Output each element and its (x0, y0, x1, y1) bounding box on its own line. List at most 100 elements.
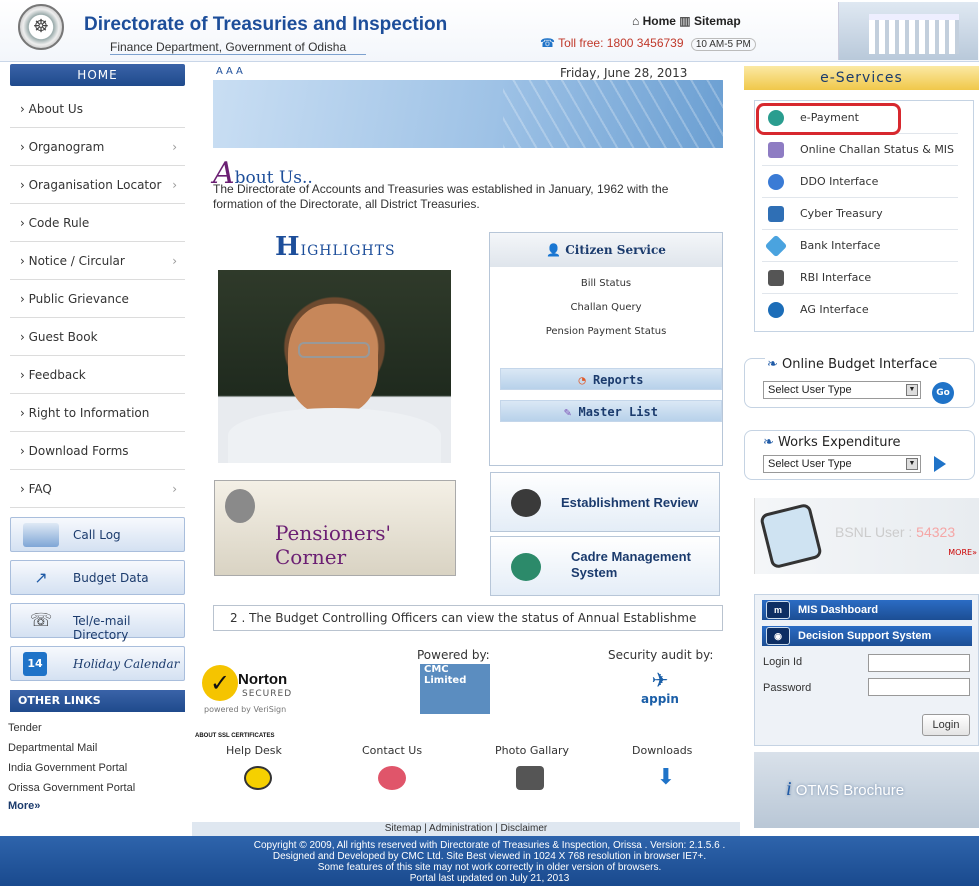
nav-public-grievance[interactable]: › Public Grievance (10, 280, 185, 318)
font-size-control[interactable]: A A A (216, 66, 243, 77)
bsnl-more-link[interactable]: MORE» (948, 548, 977, 557)
eservice-bank-interface[interactable]: Bank Interface (762, 230, 958, 262)
news-ticker[interactable]: 2 . The Budget Controlling Officers can … (213, 605, 723, 631)
nav-guest-book[interactable]: › Guest Book (10, 318, 185, 356)
nav-label: › Right to Information (20, 406, 150, 420)
reports-link[interactable]: ◔ Reports (500, 368, 722, 390)
decision-support-link[interactable]: ◉ Decision Support System (762, 626, 972, 646)
security-audit-label: Security audit by: (608, 648, 714, 662)
master-list-link[interactable]: ✎ Master List (500, 400, 722, 422)
decision-support-icon: ◉ (766, 627, 790, 645)
nav-right-to-information[interactable]: › Right to Information (10, 394, 185, 432)
bsnl-count: 54323 (916, 524, 956, 540)
other-links-heading: OTHER LINKS (10, 690, 185, 712)
ssl-certificates-link[interactable]: ABOUT SSL CERTIFICATES (195, 733, 274, 739)
directory-button[interactable]: ☏ Tel/e-mail Directory (10, 603, 185, 642)
norton-brand: Norton (238, 671, 288, 688)
holiday-calendar-button[interactable]: 14 Holiday Calendar (10, 646, 185, 681)
works-expenditure-label: Works Expenditure (778, 435, 901, 450)
login-button[interactable]: Login (922, 714, 970, 736)
nav-code-rule[interactable]: › Code Rule (10, 204, 185, 242)
sitemap-icon[interactable]: ▥ (679, 14, 690, 28)
nav-download-forms[interactable]: › Download Forms (10, 432, 185, 470)
telephone-icon[interactable] (378, 766, 406, 790)
norton-seal[interactable]: ✓ Norton SECURED powered by VeriSign (202, 655, 312, 715)
pensioners-corner-banner[interactable]: Pensioners' Corner (214, 480, 456, 576)
play-arrow-button[interactable] (934, 456, 946, 472)
cmc-logo[interactable]: CMC Limited (420, 664, 490, 714)
cadre-management-card[interactable]: Cadre Management System (490, 536, 720, 596)
highlights-rest: IGHLIGHTS (300, 243, 396, 259)
eservice-label: Bank Interface (800, 239, 881, 252)
nav-organisation-locator[interactable]: › Oraganisation Locator › (10, 166, 185, 204)
budget-user-type-select[interactable]: Select User Type ▼ (763, 381, 921, 399)
home-icon[interactable]: ⌂ (632, 14, 639, 28)
call-log-button[interactable]: Call Log (10, 517, 185, 552)
eservice-ag-interface[interactable]: AG Interface (762, 294, 958, 326)
online-budget-label: Online Budget Interface (782, 357, 938, 372)
eservice-ddo-interface[interactable]: DDO Interface (762, 166, 958, 198)
nav-feedback[interactable]: › Feedback (10, 356, 185, 394)
bsnl-label: BSNL User : (835, 524, 913, 540)
link-orissa-portal[interactable]: Orissa Government Portal (8, 782, 135, 794)
password-input[interactable] (868, 678, 970, 696)
bill-status-link[interactable]: Bill Status (490, 272, 722, 296)
footer-nav-bar[interactable]: Sitemap | Administration | Disclaimer (192, 822, 740, 836)
go-button[interactable]: Go (932, 382, 954, 404)
otms-brochure-banner[interactable]: i OTMS Brochure (754, 752, 979, 828)
home-tab[interactable]: HOME (10, 64, 185, 86)
works-feather-icon: ❧ (763, 435, 774, 450)
pension-payment-status-link[interactable]: Pension Payment Status (490, 320, 722, 344)
bsnl-user-banner[interactable]: BSNL User : 54323 MORE» (754, 498, 979, 574)
site-subtitle: Finance Department, Government of Odisha (110, 40, 367, 55)
call-log-icon (23, 523, 59, 547)
help-desk-link[interactable]: Help Desk (226, 744, 282, 757)
works-user-type-select[interactable]: Select User Type ▼ (763, 455, 921, 473)
appin-icon: ✈ (651, 668, 669, 692)
link-departmental-mail[interactable]: Departmental Mail (8, 742, 97, 754)
link-india-portal[interactable]: India Government Portal (8, 762, 127, 774)
nav-notice-circular[interactable]: › Notice / Circular › (10, 242, 185, 280)
photo-gallery-link[interactable]: Photo Gallary (495, 744, 569, 757)
chevron-down-icon: ▼ (906, 458, 918, 470)
eservice-online-challan[interactable]: Online Challan Status & MIS (762, 134, 958, 166)
camera-icon[interactable] (516, 766, 544, 790)
appin-logo[interactable]: ✈ appin (640, 668, 680, 712)
citizen-service-panel (489, 232, 723, 466)
smiley-helpdesk-icon[interactable] (244, 766, 272, 790)
cadre-management-label: Cadre Management System (571, 549, 691, 580)
nav-label: › Organogram (20, 140, 105, 154)
login-id-label: Login Id (763, 656, 803, 668)
nav-about-us[interactable]: › About Us (10, 90, 185, 128)
norton-powered: powered by VeriSign (204, 705, 287, 714)
citizen-service-title: Citizen Service (565, 243, 666, 257)
nav-label: › About Us (20, 102, 83, 116)
nav-label: › Oraganisation Locator (20, 178, 162, 192)
top-links: ⌂ Home ▥ Sitemap (632, 14, 741, 28)
sitemap-link[interactable]: Sitemap (694, 14, 741, 28)
developer-text: Designed and Developed by CMC Ltd. Site … (272, 851, 707, 862)
establishment-review-card[interactable]: Establishment Review (490, 472, 720, 532)
eservice-rbi-interface[interactable]: RBI Interface (762, 262, 958, 294)
emblem-icon (225, 489, 255, 523)
contact-us-link[interactable]: Contact Us (362, 744, 422, 757)
download-arrow-icon[interactable]: ⬇ (652, 766, 680, 790)
nav-faq[interactable]: › FAQ › (10, 470, 185, 508)
mis-dashboard-link[interactable]: m MIS Dashboard (762, 600, 972, 620)
link-tender[interactable]: Tender (8, 722, 42, 734)
downloads-link[interactable]: Downloads (632, 744, 692, 757)
login-id-input[interactable] (868, 654, 970, 672)
reports-icon: ◔ (578, 373, 586, 387)
eservice-cyber-treasury[interactable]: Cyber Treasury (762, 198, 958, 230)
eservices-heading: e-Services (744, 66, 979, 90)
more-links[interactable]: More» (8, 800, 40, 812)
about-text: The Directorate of Accounts and Treasuri… (213, 182, 669, 211)
telephone-icon: ☏ (29, 610, 53, 631)
nav-organogram[interactable]: › Organogram › (10, 128, 185, 166)
challan-query-link[interactable]: Challan Query (490, 296, 722, 320)
appin-name: appin (641, 692, 679, 706)
home-link[interactable]: Home (643, 14, 676, 28)
budget-data-button[interactable]: ↗ Budget Data (10, 560, 185, 595)
call-log-label: Call Log (73, 528, 121, 542)
norton-secured: SECURED (242, 689, 293, 699)
